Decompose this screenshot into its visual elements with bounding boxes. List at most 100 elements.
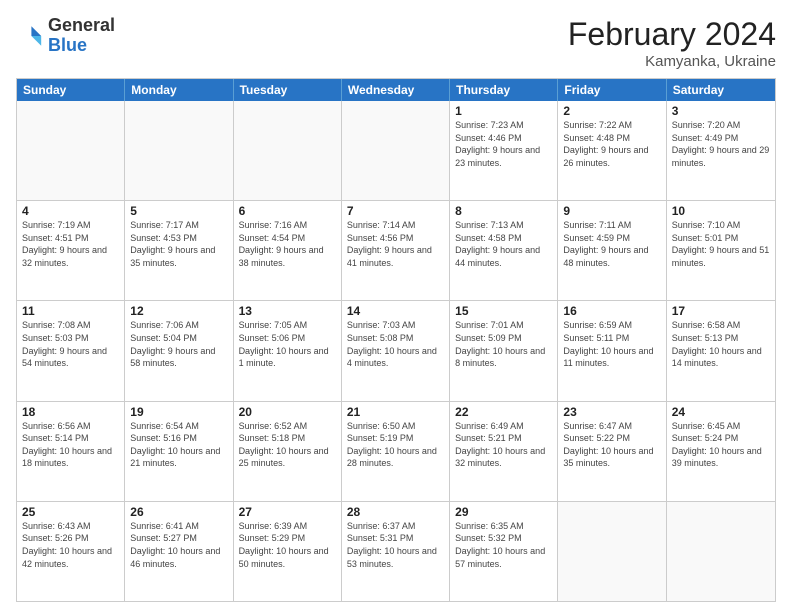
day-cell-24: 24Sunrise: 6:45 AM Sunset: 5:24 PM Dayli… (667, 402, 775, 501)
day-of-week-saturday: Saturday (667, 79, 775, 101)
day-number: 7 (347, 204, 444, 218)
day-number: 24 (672, 405, 770, 419)
day-info: Sunrise: 6:56 AM Sunset: 5:14 PM Dayligh… (22, 420, 119, 470)
month-title: February 2024 (568, 16, 776, 53)
day-number: 2 (563, 104, 660, 118)
day-number: 21 (347, 405, 444, 419)
calendar-row-4: 25Sunrise: 6:43 AM Sunset: 5:26 PM Dayli… (17, 501, 775, 601)
day-info: Sunrise: 7:01 AM Sunset: 5:09 PM Dayligh… (455, 319, 552, 369)
day-info: Sunrise: 7:08 AM Sunset: 5:03 PM Dayligh… (22, 319, 119, 369)
day-number: 13 (239, 304, 336, 318)
day-cell-19: 19Sunrise: 6:54 AM Sunset: 5:16 PM Dayli… (125, 402, 233, 501)
day-info: Sunrise: 6:39 AM Sunset: 5:29 PM Dayligh… (239, 520, 336, 570)
day-info: Sunrise: 7:19 AM Sunset: 4:51 PM Dayligh… (22, 219, 119, 269)
empty-cell (342, 101, 450, 200)
day-cell-9: 9Sunrise: 7:11 AM Sunset: 4:59 PM Daylig… (558, 201, 666, 300)
day-info: Sunrise: 7:20 AM Sunset: 4:49 PM Dayligh… (672, 119, 770, 169)
day-info: Sunrise: 6:58 AM Sunset: 5:13 PM Dayligh… (672, 319, 770, 369)
day-info: Sunrise: 7:06 AM Sunset: 5:04 PM Dayligh… (130, 319, 227, 369)
day-cell-15: 15Sunrise: 7:01 AM Sunset: 5:09 PM Dayli… (450, 301, 558, 400)
page: General Blue February 2024 Kamyanka, Ukr… (0, 0, 792, 612)
day-number: 3 (672, 104, 770, 118)
day-cell-26: 26Sunrise: 6:41 AM Sunset: 5:27 PM Dayli… (125, 502, 233, 601)
day-number: 15 (455, 304, 552, 318)
day-number: 6 (239, 204, 336, 218)
day-info: Sunrise: 6:49 AM Sunset: 5:21 PM Dayligh… (455, 420, 552, 470)
day-of-week-tuesday: Tuesday (234, 79, 342, 101)
logo-icon (16, 22, 44, 50)
day-cell-11: 11Sunrise: 7:08 AM Sunset: 5:03 PM Dayli… (17, 301, 125, 400)
day-number: 22 (455, 405, 552, 419)
day-cell-2: 2Sunrise: 7:22 AM Sunset: 4:48 PM Daylig… (558, 101, 666, 200)
day-of-week-friday: Friday (558, 79, 666, 101)
day-number: 16 (563, 304, 660, 318)
day-cell-13: 13Sunrise: 7:05 AM Sunset: 5:06 PM Dayli… (234, 301, 342, 400)
day-cell-28: 28Sunrise: 6:37 AM Sunset: 5:31 PM Dayli… (342, 502, 450, 601)
day-cell-4: 4Sunrise: 7:19 AM Sunset: 4:51 PM Daylig… (17, 201, 125, 300)
location: Kamyanka, Ukraine (568, 53, 776, 70)
day-info: Sunrise: 7:10 AM Sunset: 5:01 PM Dayligh… (672, 219, 770, 269)
day-number: 10 (672, 204, 770, 218)
day-of-week-monday: Monday (125, 79, 233, 101)
empty-cell (125, 101, 233, 200)
day-number: 12 (130, 304, 227, 318)
empty-cell (234, 101, 342, 200)
day-number: 18 (22, 405, 119, 419)
day-cell-25: 25Sunrise: 6:43 AM Sunset: 5:26 PM Dayli… (17, 502, 125, 601)
day-cell-16: 16Sunrise: 6:59 AM Sunset: 5:11 PM Dayli… (558, 301, 666, 400)
day-cell-8: 8Sunrise: 7:13 AM Sunset: 4:58 PM Daylig… (450, 201, 558, 300)
day-info: Sunrise: 7:23 AM Sunset: 4:46 PM Dayligh… (455, 119, 552, 169)
title-block: February 2024 Kamyanka, Ukraine (568, 16, 776, 70)
logo-text: General Blue (48, 16, 115, 56)
calendar-row-1: 4Sunrise: 7:19 AM Sunset: 4:51 PM Daylig… (17, 200, 775, 300)
day-number: 20 (239, 405, 336, 419)
day-info: Sunrise: 6:45 AM Sunset: 5:24 PM Dayligh… (672, 420, 770, 470)
header: General Blue February 2024 Kamyanka, Ukr… (16, 16, 776, 70)
day-info: Sunrise: 7:14 AM Sunset: 4:56 PM Dayligh… (347, 219, 444, 269)
day-of-week-thursday: Thursday (450, 79, 558, 101)
calendar-row-2: 11Sunrise: 7:08 AM Sunset: 5:03 PM Dayli… (17, 300, 775, 400)
day-info: Sunrise: 6:35 AM Sunset: 5:32 PM Dayligh… (455, 520, 552, 570)
day-number: 19 (130, 405, 227, 419)
day-info: Sunrise: 6:59 AM Sunset: 5:11 PM Dayligh… (563, 319, 660, 369)
day-number: 28 (347, 505, 444, 519)
day-info: Sunrise: 6:47 AM Sunset: 5:22 PM Dayligh… (563, 420, 660, 470)
day-number: 17 (672, 304, 770, 318)
day-info: Sunrise: 7:03 AM Sunset: 5:08 PM Dayligh… (347, 319, 444, 369)
calendar-row-3: 18Sunrise: 6:56 AM Sunset: 5:14 PM Dayli… (17, 401, 775, 501)
day-cell-14: 14Sunrise: 7:03 AM Sunset: 5:08 PM Dayli… (342, 301, 450, 400)
day-number: 14 (347, 304, 444, 318)
day-cell-1: 1Sunrise: 7:23 AM Sunset: 4:46 PM Daylig… (450, 101, 558, 200)
day-info: Sunrise: 6:52 AM Sunset: 5:18 PM Dayligh… (239, 420, 336, 470)
day-number: 5 (130, 204, 227, 218)
calendar-body: 1Sunrise: 7:23 AM Sunset: 4:46 PM Daylig… (17, 101, 775, 601)
day-cell-6: 6Sunrise: 7:16 AM Sunset: 4:54 PM Daylig… (234, 201, 342, 300)
day-number: 26 (130, 505, 227, 519)
day-info: Sunrise: 7:11 AM Sunset: 4:59 PM Dayligh… (563, 219, 660, 269)
day-info: Sunrise: 7:05 AM Sunset: 5:06 PM Dayligh… (239, 319, 336, 369)
day-info: Sunrise: 7:13 AM Sunset: 4:58 PM Dayligh… (455, 219, 552, 269)
empty-cell (17, 101, 125, 200)
day-cell-23: 23Sunrise: 6:47 AM Sunset: 5:22 PM Dayli… (558, 402, 666, 501)
day-number: 25 (22, 505, 119, 519)
day-info: Sunrise: 6:43 AM Sunset: 5:26 PM Dayligh… (22, 520, 119, 570)
day-cell-7: 7Sunrise: 7:14 AM Sunset: 4:56 PM Daylig… (342, 201, 450, 300)
day-cell-18: 18Sunrise: 6:56 AM Sunset: 5:14 PM Dayli… (17, 402, 125, 501)
day-cell-12: 12Sunrise: 7:06 AM Sunset: 5:04 PM Dayli… (125, 301, 233, 400)
day-cell-20: 20Sunrise: 6:52 AM Sunset: 5:18 PM Dayli… (234, 402, 342, 501)
day-number: 11 (22, 304, 119, 318)
logo: General Blue (16, 16, 115, 56)
day-number: 1 (455, 104, 552, 118)
calendar: SundayMondayTuesdayWednesdayThursdayFrid… (16, 78, 776, 602)
day-number: 8 (455, 204, 552, 218)
day-info: Sunrise: 7:22 AM Sunset: 4:48 PM Dayligh… (563, 119, 660, 169)
day-info: Sunrise: 6:50 AM Sunset: 5:19 PM Dayligh… (347, 420, 444, 470)
day-cell-27: 27Sunrise: 6:39 AM Sunset: 5:29 PM Dayli… (234, 502, 342, 601)
day-number: 9 (563, 204, 660, 218)
day-cell-21: 21Sunrise: 6:50 AM Sunset: 5:19 PM Dayli… (342, 402, 450, 501)
empty-cell (558, 502, 666, 601)
day-number: 23 (563, 405, 660, 419)
empty-cell (667, 502, 775, 601)
logo-blue: Blue (48, 35, 87, 55)
day-cell-17: 17Sunrise: 6:58 AM Sunset: 5:13 PM Dayli… (667, 301, 775, 400)
